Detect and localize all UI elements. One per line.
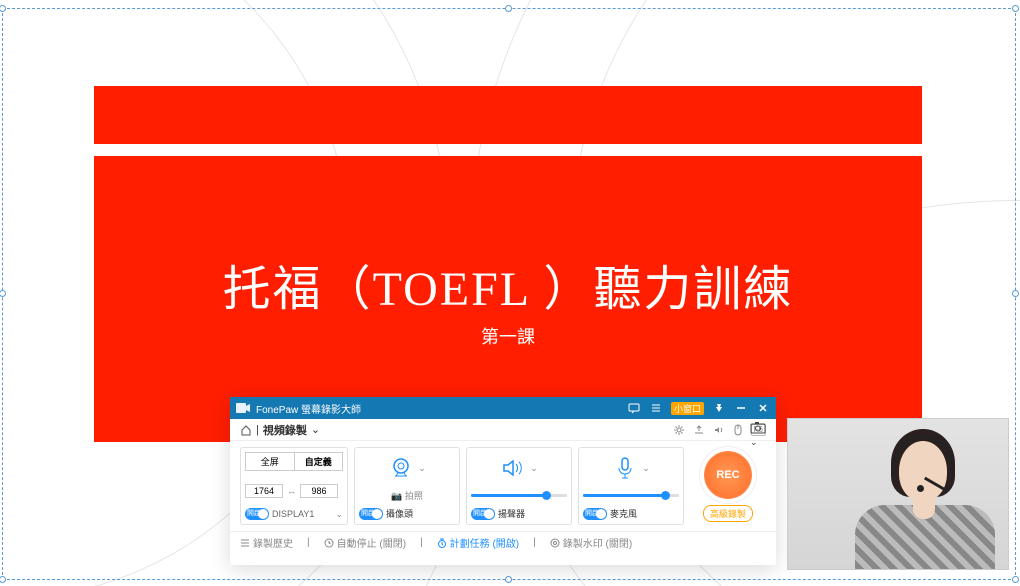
screen-mode-segment[interactable]: 全屏 自定義 <box>245 452 343 471</box>
mouse-icon[interactable] <box>733 424 743 436</box>
menu-icon[interactable] <box>649 401 663 415</box>
speaker-toggle[interactable]: 開啟 <box>471 508 495 520</box>
recorder-app-window[interactable]: FonePaw 螢幕錄影大師 小窗口 | 視 <box>230 397 776 565</box>
width-input[interactable] <box>245 484 283 498</box>
export-icon[interactable] <box>693 424 705 436</box>
camera-toggle[interactable]: 開啟 <box>359 508 383 520</box>
chevron-down-icon[interactable]: ⌄ <box>418 463 426 474</box>
watermark-button[interactable]: 錄製水印 (關閉) <box>550 535 632 550</box>
panel-screen: 全屏 自定義 ↔ 開啟 DISPLAY1 ⌄ <box>240 447 348 525</box>
chevron-down-icon[interactable]: ⌄ <box>311 423 320 436</box>
app-footer: 錄製歷史 | 自動停止 (關閉) | 計劃任務 (開啟) | 錄製水印 (關閉) <box>230 531 776 553</box>
home-icon[interactable] <box>240 424 252 436</box>
chevron-down-icon[interactable]: ⌄ <box>642 463 650 474</box>
panel-speaker: ⌄ 開啟 揚聲器 <box>466 447 572 525</box>
speaker-volume-slider[interactable] <box>471 491 567 501</box>
record-button[interactable]: REC <box>704 451 752 499</box>
app-logo-icon <box>236 401 250 415</box>
custom-area-button[interactable]: 自定義 <box>294 453 343 470</box>
schedule-button[interactable]: 計劃任務 (開啟) <box>437 535 519 550</box>
display-select[interactable]: DISPLAY1 <box>272 509 332 519</box>
advanced-record-button[interactable]: 高級錄製 <box>703 505 753 522</box>
slide-title[interactable]: 托福（TOEFL ）聽力訓練 <box>223 249 794 319</box>
titlebar[interactable]: FonePaw 螢幕錄影大師 小窗口 <box>230 397 776 419</box>
snapshot-camera-icon[interactable]: ⌄ <box>750 421 766 448</box>
mic-volume-slider[interactable] <box>583 491 679 501</box>
resize-handle[interactable] <box>0 5 6 12</box>
slide-subtitle[interactable]: 第一課 <box>481 323 535 349</box>
capture-button[interactable]: 📷 拍照 <box>359 489 455 502</box>
slide-accent-bar <box>94 86 922 144</box>
resize-handle[interactable] <box>1012 576 1019 583</box>
minimize-icon[interactable] <box>734 401 748 415</box>
speaker-icon <box>500 455 526 481</box>
panel-camera: ⌄ 📷 拍照 開啟 攝像頭 <box>354 447 460 525</box>
mic-device-label: 麥克風 <box>610 507 637 520</box>
camera-device-label: 攝像頭 <box>386 507 413 520</box>
divider: | <box>533 537 536 548</box>
chevron-down-icon[interactable]: ⌄ <box>335 509 343 520</box>
resize-handle[interactable] <box>1012 290 1019 297</box>
lock-aspect-icon[interactable]: ↔ <box>287 486 296 496</box>
fullscreen-button[interactable]: 全屏 <box>246 453 294 470</box>
pin-icon[interactable] <box>712 401 726 415</box>
mode-label[interactable]: 視頻錄製 <box>263 422 307 438</box>
resize-handle[interactable] <box>505 576 512 583</box>
record-area: REC 高級錄製 <box>690 447 766 525</box>
resize-handle[interactable] <box>505 5 512 12</box>
webcam-icon <box>388 455 414 481</box>
history-button[interactable]: 錄製歷史 <box>240 535 293 550</box>
sound-settings-icon[interactable] <box>713 424 725 436</box>
resize-handle[interactable] <box>1012 5 1019 12</box>
mode-toolbar: | 視頻錄製 ⌄ F6 <box>230 419 776 441</box>
divider: | <box>420 537 423 548</box>
app-title: FonePaw 螢幕錄影大師 <box>256 401 621 416</box>
screen-toggle[interactable]: 開啟 <box>245 508 269 520</box>
mini-window-badge[interactable]: 小窗口 <box>671 402 704 415</box>
chevron-down-icon[interactable]: ⌄ <box>530 463 538 474</box>
height-input[interactable] <box>300 484 338 498</box>
autostop-button[interactable]: 自動停止 (關閉) <box>324 535 406 550</box>
panel-microphone: ⌄ 開啟 麥克風 <box>578 447 684 525</box>
settings-icon[interactable] <box>673 424 685 436</box>
divider: | <box>307 537 310 548</box>
microphone-icon <box>612 455 638 481</box>
mic-toggle[interactable]: 開啟 <box>583 508 607 520</box>
camera-preview[interactable] <box>788 419 1008 569</box>
speaker-device-label: 揚聲器 <box>498 507 525 520</box>
resize-handle[interactable] <box>0 290 6 297</box>
messages-icon[interactable] <box>627 401 641 415</box>
close-icon[interactable] <box>756 401 770 415</box>
camera-preview-image <box>843 419 1008 569</box>
divider: | <box>256 424 259 436</box>
